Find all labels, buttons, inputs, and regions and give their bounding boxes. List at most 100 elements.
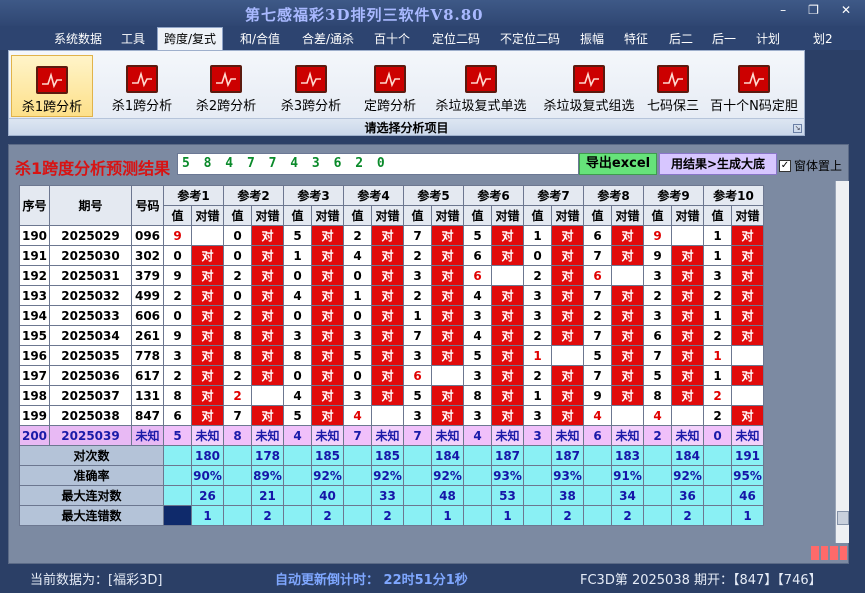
ref-value-cell: 0 <box>283 305 312 326</box>
ribbon-button-analysis[interactable]: 百十个N码定胆 <box>707 55 801 117</box>
stats-value: 40 <box>311 485 344 506</box>
topmost-label: 窗体置上 <box>794 159 843 173</box>
ref-value-cell: 5 <box>583 345 612 366</box>
minimize-icon[interactable]: – <box>780 3 786 17</box>
ref-value-cell: 3 <box>403 345 432 366</box>
ref-value-cell: 2 <box>583 305 612 326</box>
verdict-ok-cell: 对 <box>311 325 344 346</box>
table-row[interactable]: 197 2025036 617 2 对 2 对 0 对 0 对 6 3 对 2 对 7 对 5 对 1 对 <box>19 365 764 386</box>
menu-item[interactable]: 工具 <box>121 30 145 47</box>
close-icon[interactable]: ✕ <box>841 3 851 17</box>
stats-value: 2 <box>671 505 704 526</box>
table-row[interactable]: 196 2025035 778 3 对 8 对 8 对 5 对 3 对 5 对 1 5 对 7 对 1 <box>19 345 764 366</box>
verdict-empty-cell <box>731 345 764 366</box>
menu-item[interactable]: 划2 <box>813 30 833 47</box>
stats-label: 对次数 <box>19 445 164 466</box>
ref-value-cell: 3 <box>283 325 312 346</box>
ref-header: 参考3 <box>283 185 344 206</box>
table-row[interactable]: 195 2025034 261 9 对 8 对 3 对 3 对 7 对 4 对 2 对 7 对 6 对 2 对 <box>19 325 764 346</box>
stats-spacer <box>283 445 312 466</box>
prediction-value-cell: 3 <box>523 425 552 446</box>
period-cell: 2025032 <box>49 285 132 306</box>
verdict-ok-cell: 对 <box>551 265 584 286</box>
stats-spacer <box>583 445 612 466</box>
ref-value-cell: 1 <box>703 305 732 326</box>
stats-spacer <box>523 505 552 526</box>
export-excel-button[interactable]: 导出excel <box>579 153 657 175</box>
table-row[interactable]: 194 2025033 606 0 对 2 对 0 对 0 对 1 对 3 对 3 对 2 对 3 对 1 对 <box>19 305 764 326</box>
stats-value: 89% <box>251 465 284 486</box>
stats-spacer <box>703 485 732 506</box>
table-row[interactable]: 198 2025037 131 8 对 2 4 对 3 对 5 对 8 对 1 对 9 对 8 对 2 <box>19 385 764 406</box>
menu-item[interactable]: 和/合值 <box>240 30 280 47</box>
verdict-subheader: 对错 <box>611 205 644 226</box>
menu-item[interactable]: 跨度/复式 <box>157 27 224 50</box>
ribbon-button-analysis[interactable]: 杀1跨分析 <box>101 55 183 117</box>
ribbon-button-label: 定跨分析 <box>363 99 416 114</box>
verdict-ok-cell: 对 <box>311 305 344 326</box>
menu-item[interactable]: 后一 <box>712 30 736 47</box>
ribbon-button-analysis[interactable]: 杀3跨分析 <box>270 55 352 117</box>
chart-icon <box>295 65 327 93</box>
verdict-ok-cell: 对 <box>431 285 464 306</box>
generate-base-button[interactable]: 用结果>生成大底 <box>659 153 777 175</box>
stats-spacer <box>643 485 672 506</box>
stats-spacer <box>523 465 552 486</box>
verdict-ok-cell: 对 <box>191 385 224 406</box>
scrollbar-thumb[interactable] <box>837 511 849 525</box>
number-cell: 302 <box>131 245 164 266</box>
ref-value-cell: 2 <box>163 365 192 386</box>
stats-spacer <box>463 445 492 466</box>
menu-item[interactable]: 特征 <box>624 30 648 47</box>
stats-spacer <box>223 465 252 486</box>
verdict-empty-cell <box>431 365 464 386</box>
table-row[interactable]: 191 2025030 302 0 对 0 对 1 对 4 对 2 对 6 对 0 对 7 对 9 对 1 对 <box>19 245 764 266</box>
stats-value: 2 <box>371 505 404 526</box>
verdict-ok-cell: 对 <box>311 265 344 286</box>
stats-spacer <box>163 505 192 526</box>
stats-value: 1 <box>491 505 524 526</box>
table-row[interactable]: 199 2025038 847 6 对 7 对 5 对 4 3 对 3 对 3 对 4 4 2 对 <box>19 405 764 426</box>
prediction-value-cell: 7 <box>343 425 372 446</box>
ref-value-cell: 3 <box>343 385 372 406</box>
menu-item[interactable]: 百十个 <box>374 30 410 47</box>
topmost-checkbox[interactable]: ✓ <box>779 159 791 172</box>
ribbon-button-analysis[interactable]: 杀垃圾复式单选 <box>427 55 535 117</box>
stats-value: 46 <box>731 485 764 506</box>
ribbon-button-label: 杀2跨分析 <box>195 99 257 114</box>
ref-value-cell: 7 <box>583 325 612 346</box>
menu-item[interactable]: 振幅 <box>580 30 604 47</box>
menu-item[interactable]: 合差/通杀 <box>302 30 354 47</box>
ref-value-cell: 8 <box>223 345 252 366</box>
menu-item[interactable]: 计划 <box>756 30 780 47</box>
maximize-icon[interactable]: ❐ <box>808 3 819 17</box>
number-cell: 379 <box>131 265 164 286</box>
menu-bar: 系统数据 工具 跨度/复式 和/合值 合差/通杀 百十个 定位二码 不定位二码 振幅 特征 后二 后一… <box>0 26 865 50</box>
menu-item[interactable]: 后二 <box>669 30 693 47</box>
ribbon-button-analysis[interactable]: 七码保三 <box>641 55 705 117</box>
ref-value-cell: 7 <box>403 325 432 346</box>
ribbon-button-analysis[interactable]: 杀2跨分析 <box>185 55 267 117</box>
table-row[interactable]: 192 2025031 379 9 对 2 对 0 对 0 对 3 对 6 2 对 6 3 对 3 对 <box>19 265 764 286</box>
topmost-toggle[interactable]: ✓ 窗体置上 <box>779 157 842 174</box>
ref-value-cell: 2 <box>703 385 732 406</box>
menu-item[interactable]: 定位二码 <box>432 30 480 47</box>
ribbon-expand-icon[interactable]: ↘ <box>793 124 802 133</box>
verdict-ok-cell: 对 <box>491 305 524 326</box>
chart-icon <box>657 65 689 93</box>
prediction-numbers-field[interactable]: 5 8 4 7 7 4 3 6 2 0 <box>177 153 579 175</box>
period-cell: 2025029 <box>49 225 132 246</box>
table-row[interactable]: 193 2025032 499 2 对 0 对 4 对 1 对 2 对 4 对 3 对 7 对 2 对 2 对 <box>19 285 764 306</box>
verdict-ok-cell: 对 <box>611 385 644 406</box>
ribbon-button-analysis[interactable]: 杀垃圾复式组选 <box>537 55 641 117</box>
verdict-ok-cell: 对 <box>551 245 584 266</box>
ribbon-button-analysis[interactable]: 杀1跨分析 <box>11 55 93 117</box>
menu-item[interactable]: 系统数据 <box>54 30 102 47</box>
menu-item[interactable]: 不定位二码 <box>500 30 560 47</box>
vertical-scrollbar[interactable] <box>835 181 849 543</box>
verdict-ok-cell: 对 <box>551 225 584 246</box>
table-row[interactable]: 190 2025029 096 9 0 对 5 对 2 对 7 对 5 对 1 对 6 对 9 1 对 <box>19 225 764 246</box>
stats-value: 2 <box>311 505 344 526</box>
ribbon-button-analysis[interactable]: 定跨分析 <box>355 55 425 117</box>
verdict-ok-cell: 对 <box>671 305 704 326</box>
